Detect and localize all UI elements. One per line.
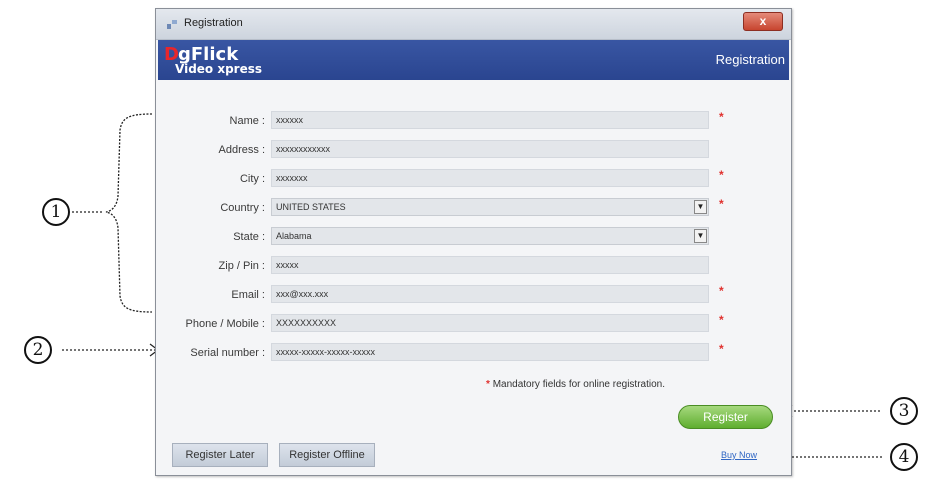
required-mark: * bbox=[719, 168, 724, 182]
country-value: UNITED STATES bbox=[276, 202, 346, 212]
state-label: State : bbox=[233, 231, 265, 243]
required-mark: * bbox=[719, 110, 724, 124]
app-icon bbox=[167, 20, 177, 29]
chevron-down-icon[interactable]: ▼ bbox=[694, 200, 707, 214]
logo-subtitle: Video xpress bbox=[175, 62, 263, 76]
name-field[interactable]: xxxxxx bbox=[271, 111, 709, 129]
close-button[interactable]: x bbox=[743, 12, 783, 31]
banner-title: Registration bbox=[715, 52, 785, 67]
form-row-city: City : xxxxxxx * bbox=[158, 168, 795, 191]
form-row-state: State : Alabama ▼ bbox=[158, 227, 795, 249]
required-mark: * bbox=[719, 284, 724, 298]
phone-field[interactable]: XXXXXXXXXX bbox=[271, 314, 709, 332]
address-label: Address : bbox=[218, 144, 265, 156]
mandatory-note: * Mandatory fields for online registrati… bbox=[486, 379, 665, 390]
state-value: Alabama bbox=[276, 231, 312, 241]
form-row-serial: Serial number : xxxxx-xxxxx-xxxxx-xxxxx … bbox=[158, 342, 795, 365]
form-row-zip: Zip / Pin : xxxxx bbox=[158, 256, 795, 278]
required-mark: * bbox=[486, 379, 490, 390]
email-label: Email : bbox=[231, 289, 265, 301]
city-label: City : bbox=[239, 173, 265, 185]
buy-now-link[interactable]: Buy Now bbox=[721, 450, 757, 460]
country-select[interactable]: UNITED STATES ▼ bbox=[271, 198, 709, 216]
register-button[interactable]: Register bbox=[678, 405, 773, 429]
required-mark: * bbox=[719, 313, 724, 327]
serial-label: Serial number : bbox=[190, 347, 265, 359]
state-select[interactable]: Alabama ▼ bbox=[271, 227, 709, 245]
form-row-email: Email : xxx@xxx.xxx * bbox=[158, 284, 795, 307]
annotation-3: 3 bbox=[890, 397, 918, 425]
annotation-4: 4 bbox=[890, 443, 918, 471]
city-field[interactable]: xxxxxxx bbox=[271, 169, 709, 187]
form-row-name: Name : xxxxxx * bbox=[158, 110, 795, 133]
header-banner: D gFlick Video xpress Registration bbox=[158, 40, 789, 80]
form-row-phone: Phone / Mobile : XXXXXXXXXX * bbox=[158, 313, 795, 336]
email-field[interactable]: xxx@xxx.xxx bbox=[271, 285, 709, 303]
title-bar: Registration x bbox=[156, 9, 791, 40]
zip-field[interactable]: xxxxx bbox=[271, 256, 709, 274]
annotation-2: 2 bbox=[24, 336, 52, 364]
required-mark: * bbox=[719, 342, 724, 356]
phone-label: Phone / Mobile : bbox=[185, 318, 266, 330]
mandatory-note-text: Mandatory fields for online registration… bbox=[492, 379, 665, 390]
window-title: Registration bbox=[184, 17, 243, 29]
registration-form: Name : xxxxxx * Address : xxxxxxxxxxxx C… bbox=[158, 81, 789, 473]
form-row-country: Country : UNITED STATES ▼ * bbox=[158, 197, 795, 220]
form-row-address: Address : xxxxxxxxxxxx bbox=[158, 140, 795, 162]
register-later-button[interactable]: Register Later bbox=[172, 443, 268, 467]
name-label: Name : bbox=[229, 115, 265, 127]
chevron-down-icon[interactable]: ▼ bbox=[694, 229, 707, 243]
annotation-1: 1 bbox=[42, 198, 70, 226]
registration-window: Registration x D gFlick Video xpress Reg… bbox=[155, 8, 792, 476]
serial-number-field[interactable]: xxxxx-xxxxx-xxxxx-xxxxx bbox=[271, 343, 709, 361]
zip-label: Zip / Pin : bbox=[218, 260, 265, 272]
register-offline-button[interactable]: Register Offline bbox=[279, 443, 375, 467]
country-label: Country : bbox=[220, 202, 265, 214]
required-mark: * bbox=[719, 197, 724, 211]
address-field[interactable]: xxxxxxxxxxxx bbox=[271, 140, 709, 158]
